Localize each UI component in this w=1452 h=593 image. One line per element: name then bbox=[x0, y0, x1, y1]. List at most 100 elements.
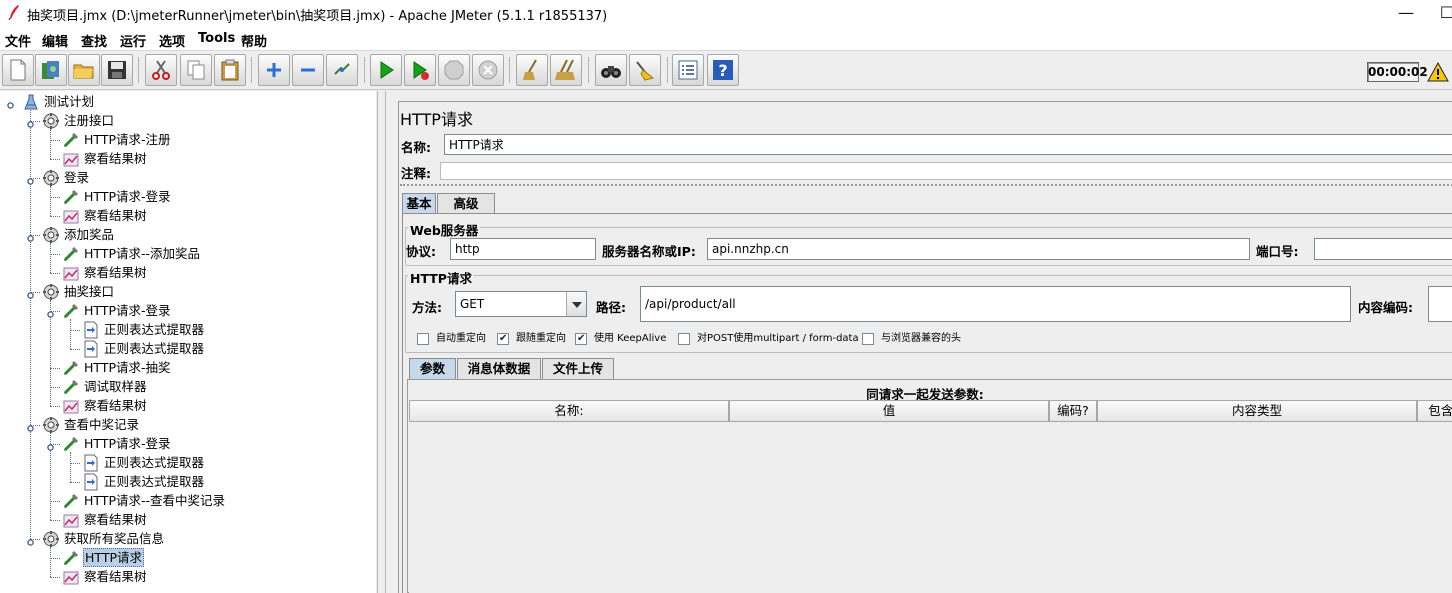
menu-search[interactable]: 查找 bbox=[81, 31, 107, 50]
menu-run[interactable]: 运行 bbox=[120, 31, 146, 50]
chevron-down-icon[interactable] bbox=[566, 292, 586, 316]
path-field[interactable]: /api/product/all bbox=[640, 286, 1351, 322]
tree-node-label[interactable]: 添加奖品 bbox=[63, 225, 115, 244]
new-button[interactable] bbox=[2, 54, 34, 86]
column-header-value[interactable]: 值 bbox=[729, 400, 1049, 422]
method-select[interactable]: GET bbox=[455, 291, 587, 317]
reset-search-button[interactable] bbox=[629, 54, 661, 86]
tree-connector bbox=[70, 452, 71, 482]
clear-all-button[interactable] bbox=[550, 54, 582, 86]
expand-toggle-icon[interactable] bbox=[47, 440, 54, 451]
shutdown-button[interactable] bbox=[472, 54, 504, 86]
tab-advanced[interactable]: 高级 bbox=[437, 193, 495, 214]
tab-basic[interactable]: 基本 bbox=[402, 193, 436, 214]
expand-toggle-icon[interactable] bbox=[27, 535, 34, 546]
tree-node-label[interactable]: 察看结果树 bbox=[83, 396, 148, 415]
tab-body-data[interactable]: 消息体数据 bbox=[457, 358, 541, 379]
tree-node-label[interactable]: 察看结果树 bbox=[83, 263, 148, 282]
checkbox-box[interactable] bbox=[862, 333, 874, 345]
expand-toggle-icon[interactable] bbox=[47, 307, 54, 318]
column-header-encode[interactable]: 编码? bbox=[1049, 400, 1097, 422]
tree-node-label[interactable]: 正则表达式提取器 bbox=[103, 453, 205, 472]
expand-toggle-icon[interactable] bbox=[7, 98, 14, 109]
checkbox-box[interactable] bbox=[575, 332, 587, 346]
server-field[interactable]: api.nnzhp.cn bbox=[707, 238, 1250, 260]
checkbox-box[interactable] bbox=[417, 333, 429, 345]
tab-file-upload[interactable]: 文件上传 bbox=[542, 358, 614, 379]
protocol-field[interactable]: http bbox=[450, 238, 596, 260]
parameters-table-body[interactable] bbox=[409, 423, 1452, 593]
tree-node-label[interactable]: HTTP请求-登录 bbox=[83, 187, 172, 206]
tree-node-label[interactable]: HTTP请求--添加奖品 bbox=[83, 244, 201, 263]
checkbox-box[interactable] bbox=[678, 333, 690, 345]
tree-node-label[interactable]: 查看中奖记录 bbox=[63, 415, 140, 434]
templates-button[interactable] bbox=[35, 54, 67, 86]
toggle-button[interactable] bbox=[326, 54, 358, 86]
save-button[interactable] bbox=[101, 54, 133, 86]
function-helper-button[interactable] bbox=[672, 54, 704, 86]
column-header-name[interactable]: 名称: bbox=[409, 400, 729, 422]
checkbox-box[interactable] bbox=[497, 332, 509, 346]
menu-bar: 文件 编辑 查找 运行 选项 Tools 帮助 bbox=[0, 28, 1452, 50]
expand-toggle-icon[interactable] bbox=[27, 174, 34, 185]
tree-node-label[interactable]: 察看结果树 bbox=[83, 206, 148, 225]
menu-edit[interactable]: 编辑 bbox=[42, 31, 68, 50]
tree-node-label[interactable]: 正则表达式提取器 bbox=[103, 320, 205, 339]
comment-field[interactable] bbox=[440, 162, 1452, 180]
warning-icon[interactable] bbox=[1427, 61, 1449, 83]
tree-connector bbox=[50, 159, 60, 160]
minimize-button[interactable]: — bbox=[1383, 0, 1429, 28]
tree-node-label[interactable]: 察看结果树 bbox=[83, 567, 148, 586]
menu-help[interactable]: 帮助 bbox=[241, 31, 267, 50]
tree-node-label[interactable]: 调试取样器 bbox=[83, 377, 148, 396]
stop-button[interactable] bbox=[438, 54, 470, 86]
collapse-splitter[interactable] bbox=[400, 184, 1452, 186]
encoding-field[interactable] bbox=[1428, 286, 1452, 322]
name-field[interactable]: HTTP请求 bbox=[444, 134, 1452, 155]
tree-node-label[interactable]: HTTP请求-登录 bbox=[83, 434, 172, 453]
tree-connector bbox=[50, 197, 60, 198]
tab-parameters[interactable]: 参数 bbox=[409, 358, 456, 379]
tree-node-label[interactable]: 正则表达式提取器 bbox=[103, 472, 205, 491]
stop-icon bbox=[444, 60, 464, 80]
open-button[interactable] bbox=[68, 54, 100, 86]
expand-toggle-icon[interactable] bbox=[27, 117, 34, 128]
copy-icon bbox=[187, 60, 205, 80]
port-field[interactable] bbox=[1314, 238, 1452, 260]
tree-node-label[interactable]: HTTP请求-登录 bbox=[83, 301, 172, 320]
tree-node-label[interactable]: 抽奖接口 bbox=[63, 282, 115, 301]
start-button[interactable] bbox=[370, 54, 402, 86]
expand-all-button[interactable] bbox=[258, 54, 290, 86]
test-plan-tree[interactable]: 测试计划 注册接口 HTTP请求-注册 察看结果树 登录 HTTP请求-登录 察看结果树 添加… bbox=[0, 91, 376, 593]
start-no-pause-button[interactable] bbox=[404, 54, 436, 86]
column-header-include-equals[interactable]: 包含等 bbox=[1417, 400, 1452, 422]
collapse-all-button[interactable] bbox=[292, 54, 324, 86]
column-header-content-type[interactable]: 内容类型 bbox=[1097, 400, 1417, 422]
tree-node-label[interactable]: 察看结果树 bbox=[83, 510, 148, 529]
tree-node-label[interactable]: HTTP请求-注册 bbox=[83, 130, 172, 149]
shutdown-icon bbox=[478, 60, 498, 80]
split-pane-divider[interactable] bbox=[376, 91, 388, 593]
copy-button[interactable] bbox=[180, 54, 212, 86]
tree-node-label[interactable]: 察看结果树 bbox=[83, 149, 148, 168]
tree-node-label[interactable]: HTTP请求 bbox=[83, 548, 144, 567]
maximize-button[interactable]: ☐ bbox=[1424, 0, 1452, 28]
tree-node-label[interactable]: 注册接口 bbox=[63, 111, 115, 130]
expand-toggle-icon[interactable] bbox=[27, 231, 34, 242]
tree-node-label[interactable]: HTTP请求-抽奖 bbox=[83, 358, 172, 377]
menu-tools[interactable]: Tools bbox=[198, 31, 235, 46]
help-button[interactable]: ? bbox=[707, 54, 739, 86]
search-button[interactable] bbox=[595, 54, 627, 86]
tree-node-label[interactable]: 测试计划 bbox=[43, 92, 95, 111]
expand-toggle-icon[interactable] bbox=[27, 421, 34, 432]
expand-toggle-icon[interactable] bbox=[27, 288, 34, 299]
tree-node-label[interactable]: 正则表达式提取器 bbox=[103, 339, 205, 358]
cut-button[interactable] bbox=[145, 54, 177, 86]
tree-node-label[interactable]: HTTP请求--查看中奖记录 bbox=[83, 491, 226, 510]
paste-button[interactable] bbox=[214, 54, 246, 86]
tree-node-label[interactable]: 获取所有奖品信息 bbox=[63, 529, 165, 548]
clear-button[interactable] bbox=[516, 54, 548, 86]
menu-options[interactable]: 选项 bbox=[159, 31, 185, 50]
tree-node-label[interactable]: 登录 bbox=[63, 168, 90, 187]
menu-file[interactable]: 文件 bbox=[5, 31, 31, 50]
